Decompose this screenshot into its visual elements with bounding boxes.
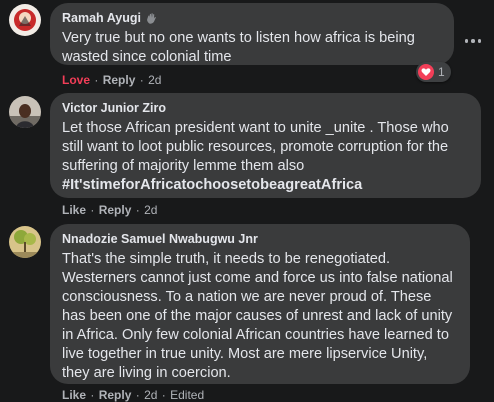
comment-bubble: Ramah Ayugi Very true but no one wants t… [50, 3, 454, 65]
like-button[interactable]: Like [62, 388, 86, 402]
reply-button[interactable]: Reply [103, 73, 136, 87]
more-options-icon[interactable] [463, 36, 483, 46]
author-name[interactable]: Victor Junior Ziro [62, 101, 166, 116]
comment-text: That's the simple truth, it needs to be … [62, 251, 453, 381]
like-button[interactable]: Like [62, 203, 86, 217]
hand-wave-icon [145, 12, 158, 25]
reply-button[interactable]: Reply [99, 388, 132, 402]
reaction-count-value: 1 [438, 65, 445, 79]
comment-actions: Like · Reply · 2d [62, 203, 158, 217]
comment-time[interactable]: 2d [144, 388, 157, 402]
edited-label[interactable]: Edited [170, 388, 204, 402]
comment-time[interactable]: 2d [148, 73, 161, 87]
avatar[interactable] [9, 226, 41, 258]
comment-actions: Love · Reply · 2d [62, 73, 162, 87]
heart-icon [418, 64, 434, 80]
author-name[interactable]: Nnadozie Samuel Nwabugwu Jnr [62, 232, 258, 247]
avatar[interactable] [9, 96, 41, 128]
reaction-count[interactable]: 1 [416, 62, 451, 82]
reply-button[interactable]: Reply [99, 203, 132, 217]
comment-time[interactable]: 2d [144, 203, 157, 217]
comment-text: Let those African president want to unit… [62, 120, 449, 193]
hashtag-link[interactable]: #It'stimeforAfricatochoosetobeagreatAfri… [62, 177, 362, 193]
comment-bubble: Victor Junior Ziro Let those African pre… [50, 93, 481, 198]
author-name[interactable]: Ramah Ayugi [62, 11, 141, 26]
love-button[interactable]: Love [62, 73, 90, 87]
comment-actions: Like · Reply · 2d · Edited [62, 388, 205, 402]
comment-bubble: Nnadozie Samuel Nwabugwu Jnr That's the … [50, 224, 470, 384]
comment-text: Very true but no one wants to listen how… [62, 30, 415, 65]
avatar[interactable] [9, 4, 41, 36]
